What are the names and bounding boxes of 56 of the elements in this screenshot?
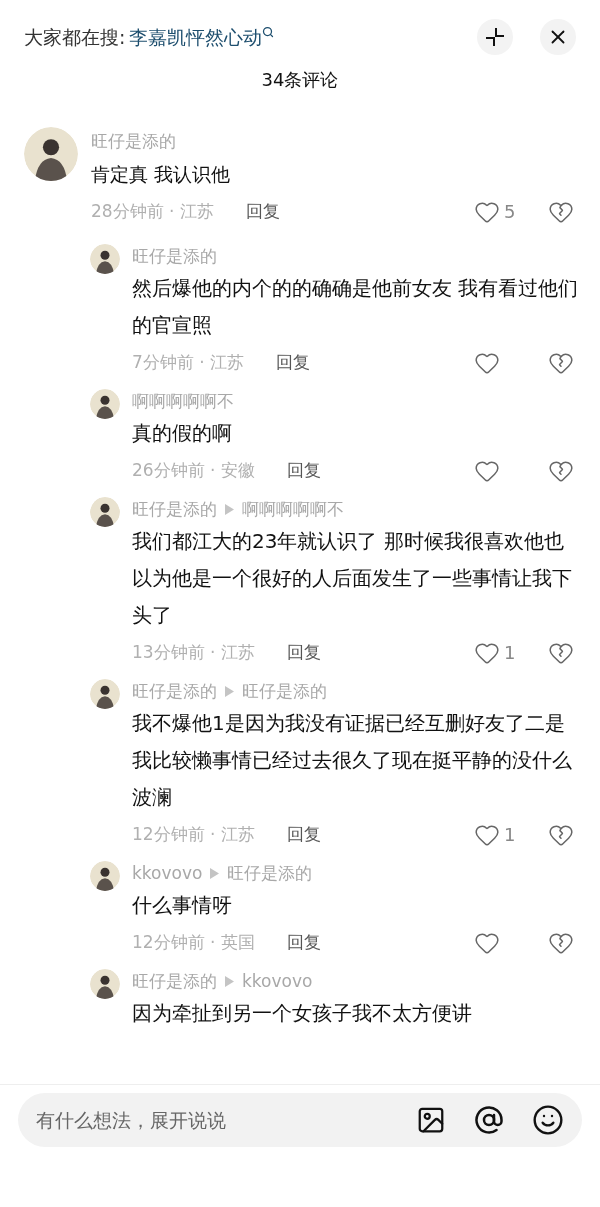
comment-text: 肯定真 我认识他 [91, 162, 232, 187]
image-icon[interactable] [416, 1105, 446, 1135]
username[interactable]: kkovovo [132, 861, 203, 885]
comment-time: 12分钟前 · 江苏 [132, 822, 255, 846]
comment-bar[interactable]: 有什么想法，展开说说 [18, 1093, 582, 1147]
comment-time: 7分钟前 · 江苏 [132, 350, 245, 374]
comment-time: 13分钟前 · 江苏 [132, 640, 255, 664]
collapse-button[interactable] [477, 19, 513, 55]
avatar[interactable] [90, 861, 120, 891]
avatar[interactable] [90, 679, 120, 709]
comment-text: 因为牵扯到另一个女孩子我不太方便讲 [132, 1000, 473, 1027]
username[interactable]: 旺仔是添的 [132, 969, 217, 993]
username[interactable]: 旺仔是添的 [242, 679, 327, 703]
collapse-icon [485, 27, 505, 47]
reply-link[interactable]: 回复 [286, 929, 321, 956]
comment-time: 26分钟前 · 安徽 [132, 458, 255, 482]
triangle-icon [225, 503, 234, 515]
comment-time: 12分钟前 · 英国 [132, 930, 255, 954]
like-button[interactable]: 1 [474, 639, 524, 666]
comment-input[interactable]: 有什么想法，展开说说 [36, 1105, 416, 1135]
avatar[interactable] [90, 969, 120, 999]
search-icon [262, 26, 275, 38]
like-button[interactable]: 5 [474, 198, 524, 225]
comment-count: 34条评论 [261, 68, 339, 92]
reply-link[interactable]: 回复 [286, 457, 321, 484]
search-query-link[interactable]: 李嘉凯怦然心动 [129, 22, 263, 52]
username[interactable]: 旺仔是添的 [132, 244, 217, 268]
avatar[interactable] [90, 244, 120, 274]
avatar[interactable] [24, 127, 78, 181]
username[interactable]: 旺仔是添的 [227, 861, 313, 885]
reply-link[interactable]: 回复 [286, 821, 321, 848]
username[interactable]: 旺仔是添的 [132, 497, 217, 521]
like-button[interactable]: 1 [474, 821, 524, 848]
avatar[interactable] [90, 389, 120, 419]
close-button[interactable] [540, 19, 576, 55]
comment-text: 然后爆他的内个的的确确是他前女友 我有看过他们的官宣照 [132, 275, 580, 339]
avatar[interactable] [90, 497, 120, 527]
search-label: 大家都在搜: [24, 24, 126, 50]
comment-text: 什么事情呀 [132, 892, 233, 919]
comment-text: 我不爆他1是因为我没有证据已经互删好友了二是我比较懒事情已经过去很久了现在挺平静的没什么波澜 [132, 710, 573, 811]
username[interactable]: kkovovo [242, 969, 313, 993]
username[interactable]: 啊啊啊啊啊不 [242, 497, 344, 521]
emoji-icon[interactable] [532, 1104, 564, 1136]
triangle-icon [225, 975, 234, 987]
reply-link[interactable]: 回复 [286, 639, 321, 666]
triangle-icon [210, 867, 220, 879]
reply-link[interactable]: 回复 [276, 349, 311, 376]
username[interactable]: 旺仔是添的 [132, 679, 217, 703]
comment-text: 我们都江大的23年就认识了 那时候我很喜欢他也以为他是一个很好的人后面发生了一些事情让我下头了 [132, 528, 573, 629]
reply-link[interactable]: 回复 [245, 198, 280, 225]
mention-icon[interactable] [474, 1105, 504, 1135]
comment-text: 真的假的啊 [132, 420, 233, 447]
username[interactable]: 旺仔是添的 [91, 129, 176, 153]
triangle-icon [225, 685, 234, 697]
username[interactable]: 啊啊啊啊啊不 [132, 389, 234, 413]
comment-time: 28分钟前 · 江苏 [91, 199, 214, 223]
